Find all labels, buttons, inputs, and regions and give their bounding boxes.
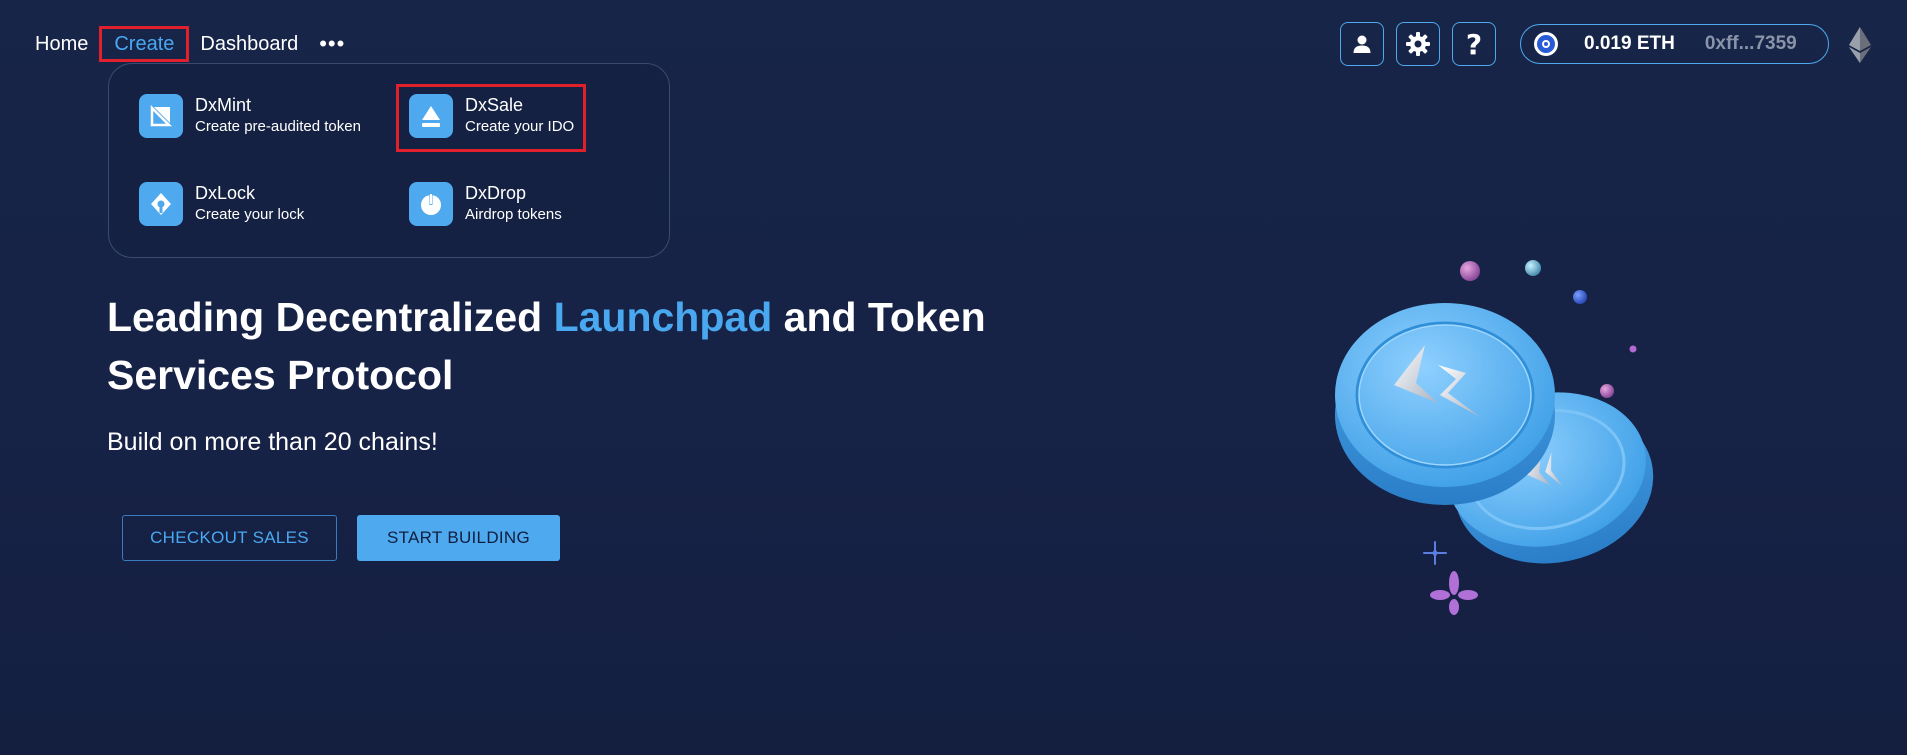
user-icon xyxy=(1353,35,1371,53)
dropdown-item-dxmint[interactable]: DxMint Create pre-audited token xyxy=(139,94,361,138)
nav-home[interactable]: Home xyxy=(26,26,97,62)
hero-title-accent: Launchpad xyxy=(553,294,773,340)
main-nav: Home Create Dashboard ••• xyxy=(26,26,357,62)
hero-title-part1: Leading Decentralized xyxy=(107,294,554,340)
drop-icon xyxy=(409,182,453,226)
dropdown-item-subtitle: Create your lock xyxy=(195,206,305,223)
help-button[interactable]: ? xyxy=(1452,22,1496,66)
dxsale-highlight xyxy=(396,84,586,152)
start-building-button[interactable]: START BUILDING xyxy=(357,515,560,561)
mint-icon xyxy=(139,94,183,138)
dropdown-item-title: DxDrop xyxy=(465,183,527,203)
dropdown-item-subtitle: Airdrop tokens xyxy=(465,206,562,223)
wallet-address: 0xff...7359 xyxy=(1704,33,1797,54)
wallet-token-icon xyxy=(1534,32,1558,56)
wallet-balance: 0.019 ETH xyxy=(1584,33,1675,54)
dropdown-item-subtitle: Create pre-audited token xyxy=(195,118,361,135)
settings-button[interactable] xyxy=(1396,22,1440,66)
question-icon: ? xyxy=(1465,27,1483,61)
checkout-sales-button[interactable]: CHECKOUT SALES xyxy=(122,515,337,561)
coins-illustration xyxy=(1335,260,1654,615)
hero-subtitle: Build on more than 20 chains! xyxy=(107,428,438,456)
ethereum-icon[interactable] xyxy=(1849,27,1871,63)
gear-icon xyxy=(1406,32,1430,56)
hero-title: Leading Decentralized Launchpad and Toke… xyxy=(107,288,1007,404)
dropdown-item-dxlock[interactable]: DxLock Create your lock xyxy=(139,182,304,226)
dropdown-item-title: DxMint xyxy=(195,95,252,115)
nav-dashboard[interactable]: Dashboard xyxy=(191,26,307,62)
more-menu-icon[interactable]: ••• xyxy=(307,26,357,62)
lock-icon xyxy=(139,182,183,226)
nav-create[interactable]: Create xyxy=(99,26,190,62)
wallet-button[interactable]: 0.019 ETH 0xff...7359 xyxy=(1520,24,1829,64)
dropdown-item-dxdrop[interactable]: DxDrop Airdrop tokens xyxy=(409,182,562,226)
dropdown-item-title: DxLock xyxy=(195,183,256,203)
account-button[interactable] xyxy=(1340,22,1384,66)
